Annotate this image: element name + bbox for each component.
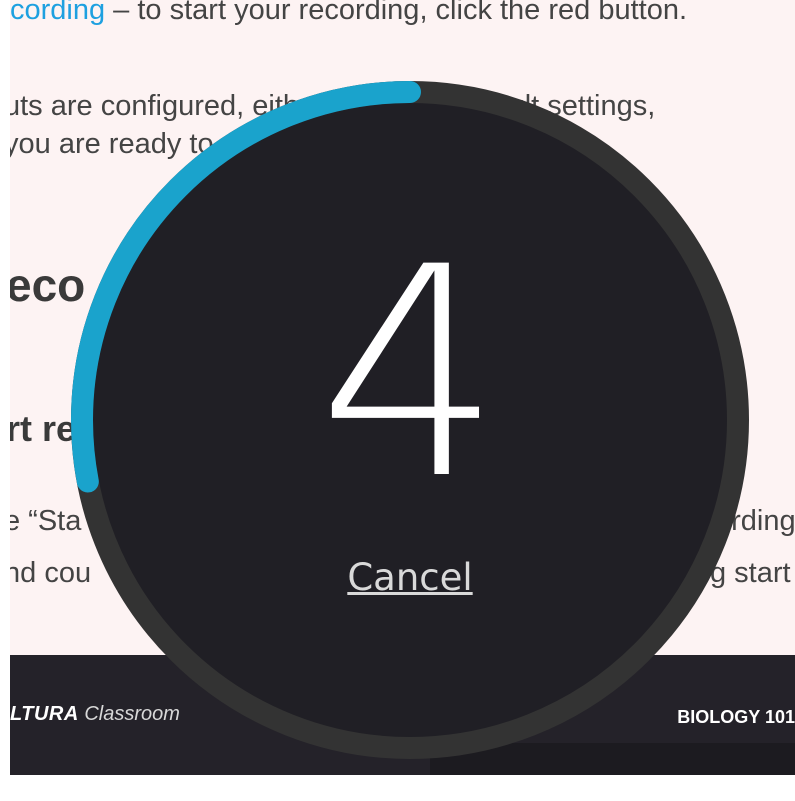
cancel-button[interactable]: Cancel <box>335 556 485 599</box>
countdown-number: 4 <box>317 206 503 543</box>
